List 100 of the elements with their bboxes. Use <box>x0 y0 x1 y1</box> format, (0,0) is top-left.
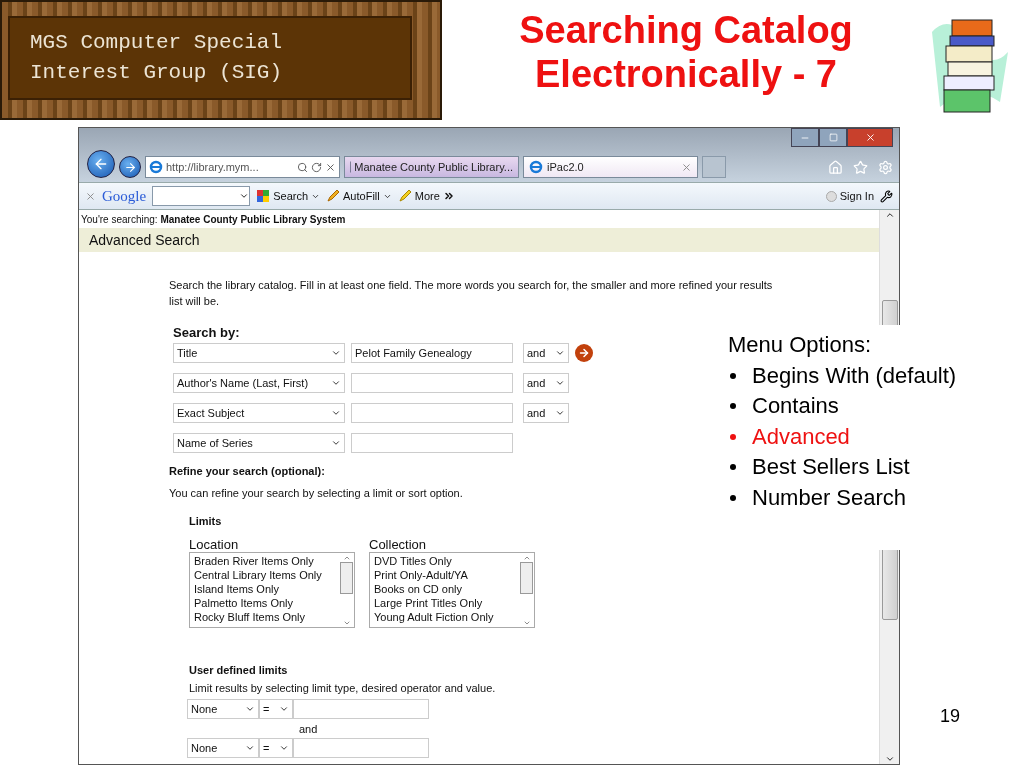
toolbar-button[interactable]: AutoFill <box>326 189 392 203</box>
search-icon[interactable] <box>297 161 308 173</box>
minimize-button[interactable] <box>791 128 819 147</box>
toolbar-button[interactable]: Search <box>256 189 321 203</box>
search-field[interactable]: Pelot Family Genealogy <box>351 343 513 363</box>
browser-tab[interactable]: Manatee County Public Library... <box>344 156 519 178</box>
bullet-icon <box>730 464 736 471</box>
home-icon[interactable] <box>828 160 843 175</box>
list-label: Collection <box>369 537 428 552</box>
close-icon[interactable] <box>85 190 96 202</box>
browser-icon <box>529 160 543 174</box>
list-item[interactable]: DVD Titles Only <box>374 554 519 568</box>
pencil-icon <box>326 189 341 203</box>
toolbar-button[interactable]: More <box>397 189 455 203</box>
slide-title: Searching Catalog <box>519 8 853 52</box>
menu-title: Menu Options: <box>728 331 873 359</box>
list-item[interactable]: Large Print Titles Only <box>374 596 519 610</box>
settings-icon[interactable] <box>878 160 893 175</box>
user-limits-text: Limit results by selecting limit type, desired operator and value. <box>189 682 497 694</box>
limits-heading: Limits <box>189 515 222 527</box>
limit-type-select[interactable]: None <box>187 738 259 758</box>
maximize-button[interactable] <box>819 128 847 147</box>
searching-text: You're searching: Manatee County Public Library System <box>80 213 347 227</box>
page-number: 19 <box>940 706 961 727</box>
bullet-icon <box>730 433 736 440</box>
bullet-icon <box>730 494 736 501</box>
arrow-right-icon <box>123 160 137 174</box>
browser-icon <box>149 160 163 174</box>
list-item[interactable]: Rocky Bluff Items Only <box>194 610 339 624</box>
address-text: http://library.mym... <box>166 161 260 173</box>
list-item[interactable]: Print Only-Adult/YA <box>374 568 519 582</box>
list-item[interactable]: Palmetto Items Only <box>194 596 339 610</box>
limit-value-field[interactable] <box>293 738 429 758</box>
refine-heading: Refine your search (optional): <box>169 465 325 477</box>
operator-select[interactable]: and <box>523 373 569 393</box>
sign-in-button[interactable]: Sign In <box>825 190 874 202</box>
new-tab-button[interactable] <box>702 156 726 178</box>
wrench-icon[interactable] <box>880 189 893 203</box>
field-select[interactable]: Name of Series <box>173 433 345 453</box>
scroll-down-icon[interactable] <box>884 754 895 764</box>
forward-button[interactable] <box>119 156 141 178</box>
colored-squares-icon <box>256 189 271 203</box>
back-button[interactable] <box>87 150 115 178</box>
operator-select[interactable]: and <box>523 403 569 423</box>
page-heading: Advanced Search <box>79 228 879 252</box>
list-item[interactable]: Central Library Items Only <box>194 568 339 582</box>
chevrons-icon <box>442 190 455 202</box>
limit-value-field[interactable] <box>293 699 429 719</box>
address-bar[interactable]: http://library.mym... <box>145 156 340 178</box>
list-box[interactable]: Braden River Items Only Central Library Items Only Island Items Only Palmetto Items Only Rocky Bluff Items Only <box>189 552 355 628</box>
user-limits-heading: User defined limits <box>189 664 288 676</box>
scroll-down-icon[interactable] <box>342 619 351 627</box>
scroll-thumb[interactable] <box>340 562 353 594</box>
arrow-right-icon <box>578 347 590 359</box>
field-select[interactable]: Exact Subject <box>173 403 345 423</box>
search-field[interactable] <box>351 433 513 453</box>
stop-icon[interactable] <box>325 161 336 173</box>
limit-type-select[interactable]: None <box>187 699 259 719</box>
field-select[interactable]: Title <box>173 343 345 363</box>
list-label: Location <box>189 537 240 552</box>
search-field[interactable] <box>351 403 513 423</box>
list-item[interactable]: Young Adult Fiction Only <box>374 610 519 624</box>
refine-text: You can refine your search by selecting a limit or sort option. <box>169 487 463 499</box>
menu-option: Begins With (default) <box>752 360 957 391</box>
list-item[interactable]: Island Items Only <box>194 582 339 596</box>
operator-select[interactable]: and <box>523 343 569 363</box>
menu-option: Best Sellers List <box>752 452 910 483</box>
pencil-icon <box>397 189 412 203</box>
list-item[interactable]: Braden River Items Only <box>194 554 339 568</box>
refresh-icon[interactable] <box>311 161 322 173</box>
maximize-icon <box>828 133 838 142</box>
bullet-icon <box>730 372 736 379</box>
browser-tab[interactable]: iPac2.0 <box>523 156 698 178</box>
menu-option: Advanced <box>752 421 850 452</box>
scroll-down-icon[interactable] <box>522 619 531 627</box>
operator-select[interactable]: = <box>259 699 293 719</box>
google-logo: Google <box>102 187 147 205</box>
scroll-up-icon[interactable] <box>522 554 531 562</box>
list-box[interactable]: DVD Titles Only Print Only-Adult/YA Books on CD only Large Print Titles Only Young Adult Fiction Only <box>369 552 535 628</box>
operator-select[interactable]: = <box>259 738 293 758</box>
joiner-text: and <box>299 723 319 735</box>
close-tab-icon[interactable] <box>681 161 692 173</box>
circle-icon <box>825 190 837 202</box>
close-icon <box>864 132 876 143</box>
banner-text: Interest Group (SIG) <box>30 60 284 86</box>
scroll-thumb[interactable] <box>520 562 533 594</box>
field-select[interactable]: Author's Name (Last, First) <box>173 373 345 393</box>
search-field[interactable] <box>351 373 513 393</box>
toolbar-search-field[interactable] <box>152 186 251 206</box>
list-item[interactable]: Books on CD only <box>374 582 519 596</box>
go-button[interactable] <box>575 344 593 362</box>
search-by-heading: Search by: <box>173 325 240 340</box>
arrow-left-icon <box>93 156 109 172</box>
scroll-up-icon[interactable] <box>884 210 895 220</box>
slide-title: Electronically - 7 <box>535 52 837 96</box>
scroll-up-icon[interactable] <box>342 554 351 562</box>
menu-option: Number Search <box>752 482 907 513</box>
menu-option: Contains <box>752 391 839 422</box>
star-icon[interactable] <box>853 160 868 175</box>
intro-text: Search the library catalog. Fill in at least one field. The more words you search for, the smaller and more refined your results list will be. <box>169 278 774 309</box>
